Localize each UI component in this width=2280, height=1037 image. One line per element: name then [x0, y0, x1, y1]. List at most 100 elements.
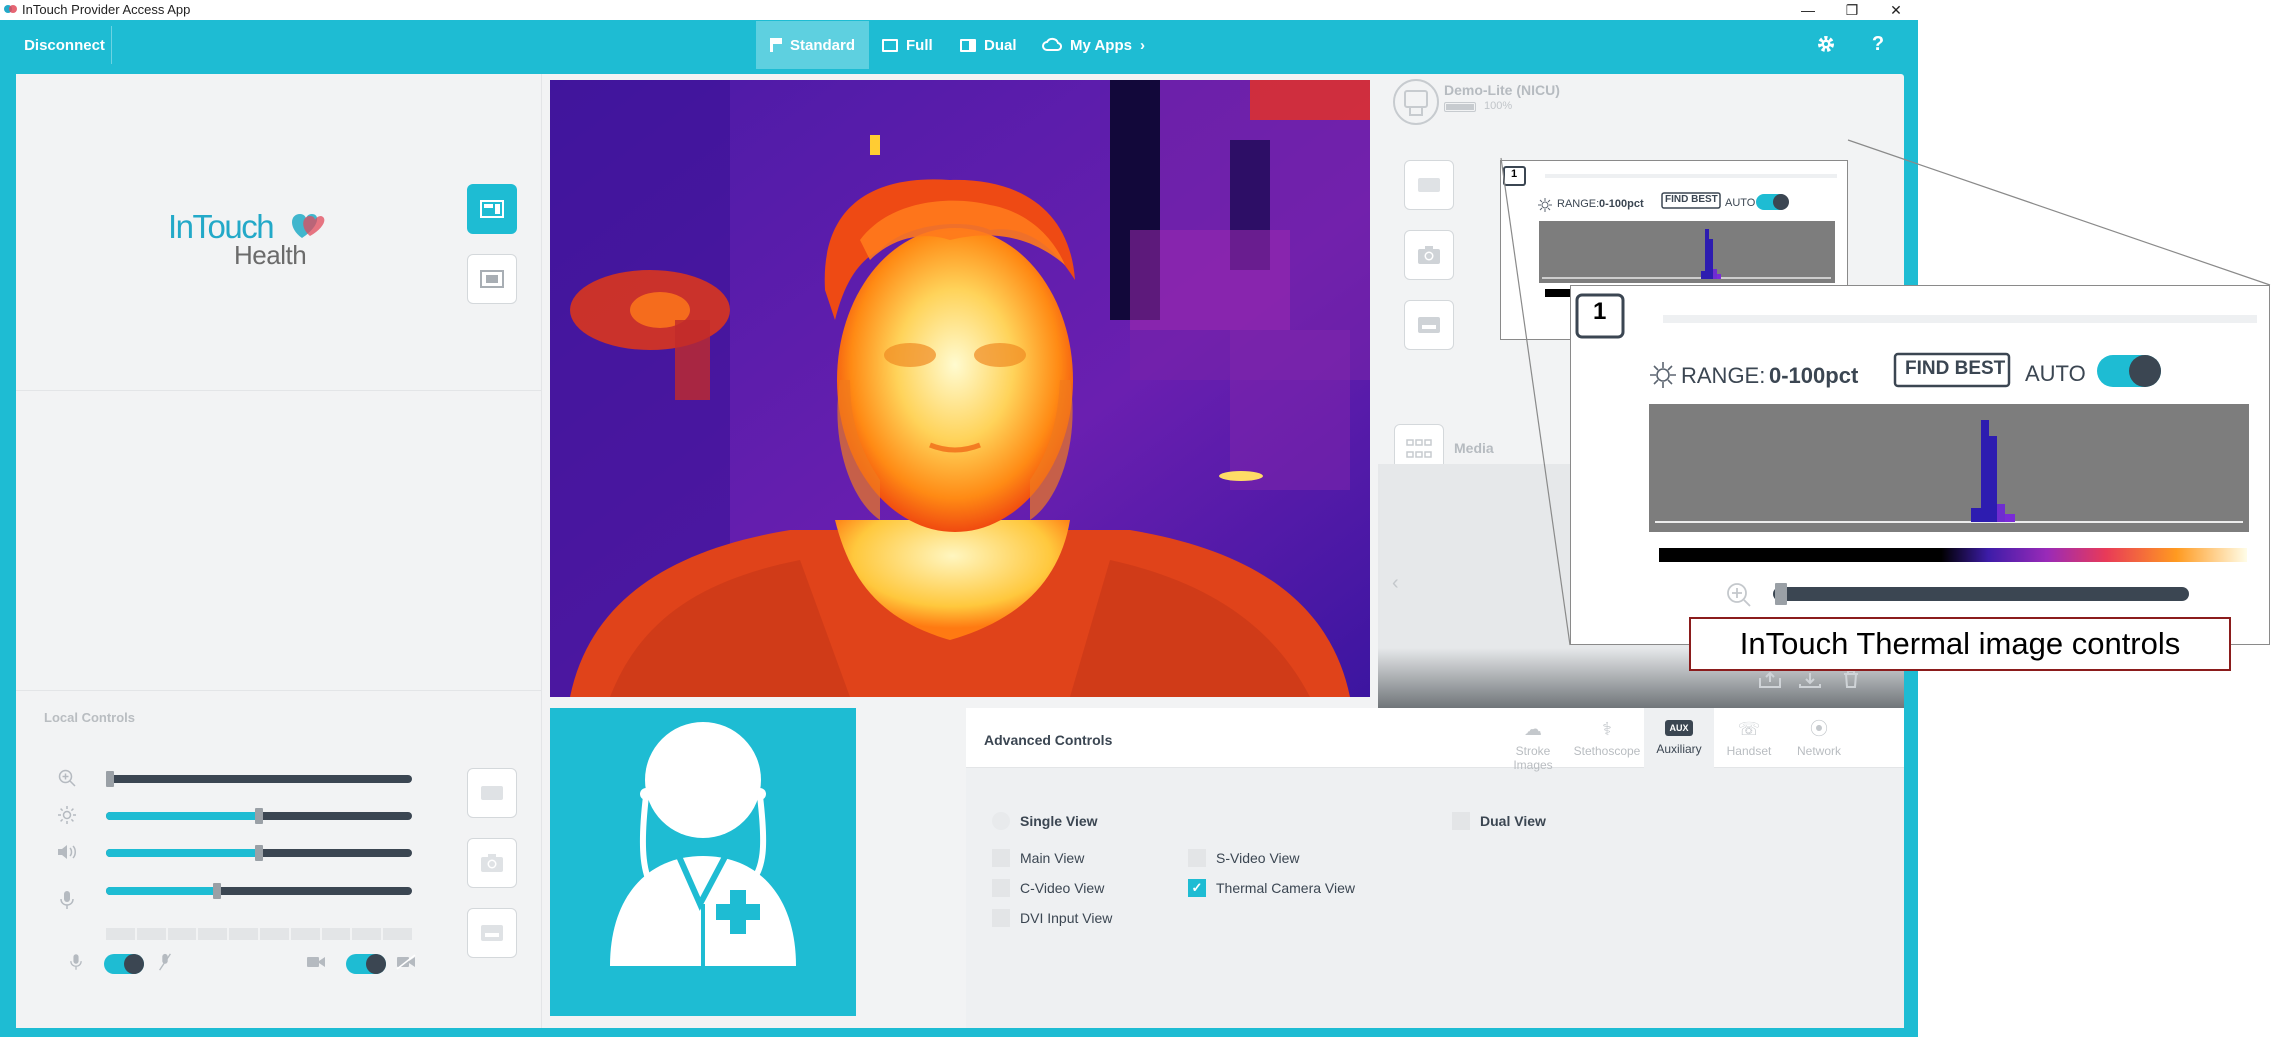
view-dual-label: Dual [984, 36, 1017, 54]
mic-gain-slider[interactable] [56, 880, 428, 909]
volume-slider-knob[interactable] [255, 845, 263, 861]
restore-button[interactable]: ❐ [1830, 0, 1874, 20]
robot-device-icon [1393, 79, 1439, 125]
mic-level-meter [106, 928, 412, 940]
dual-view-option[interactable]: Dual View [1452, 812, 1546, 830]
my-apps-button[interactable]: My Apps › [1028, 21, 1159, 69]
thermal-camera-view-option[interactable]: ✓ Thermal Camera View [1188, 879, 1355, 897]
local-snapshot-button[interactable] [467, 838, 517, 888]
single-view-option[interactable]: Single View [992, 812, 1098, 830]
tab-stroke-images[interactable]: ☁ Stroke Images [1496, 708, 1570, 772]
dual-view-checkbox[interactable] [1452, 812, 1470, 830]
c-video-view-checkbox[interactable] [992, 879, 1010, 897]
chevron-left-icon[interactable]: ‹ [1392, 572, 1399, 595]
zoom-in-icon[interactable] [1727, 583, 1751, 607]
close-button[interactable]: ✕ [1874, 0, 1918, 20]
cloud-icon: ☁ [1524, 719, 1542, 739]
tab-stethoscope[interactable]: ⚕ Stethoscope [1570, 708, 1644, 768]
brightness-slider-knob[interactable] [255, 808, 263, 824]
find-best-button-large[interactable]: FIND BEST [1905, 358, 2005, 380]
mic-gain-slider-fill [106, 887, 217, 895]
mic-toggle[interactable] [104, 954, 144, 974]
thermal-zoom-slider[interactable] [1773, 587, 2189, 601]
zoom-slider-knob[interactable] [106, 771, 114, 787]
picture-in-picture-icon [480, 270, 504, 288]
colorbar-large [1659, 548, 2247, 562]
speaker-icon [56, 842, 78, 862]
dvi-input-view-checkbox[interactable] [992, 909, 1010, 927]
minimize-button[interactable]: — [1786, 0, 1830, 20]
remote-zoom-button[interactable] [1404, 160, 1454, 210]
single-view-radio[interactable] [992, 812, 1010, 830]
camera-toggle[interactable] [346, 954, 386, 974]
layout-icon [480, 200, 504, 218]
main-view-checkbox[interactable] [992, 849, 1010, 867]
download-icon[interactable] [1798, 672, 1822, 688]
tab-stethoscope-label: Stethoscope [1573, 744, 1641, 758]
remote-snapshot-button[interactable] [1404, 230, 1454, 280]
main-view-option[interactable]: Main View [992, 849, 1084, 867]
tab-handset[interactable]: ☏ Handset [1714, 708, 1784, 768]
tab-network-label: Network [1796, 744, 1841, 758]
layout-standard-button[interactable] [467, 184, 517, 234]
mic-muted-icon [158, 953, 172, 975]
intouch-health-logo: InTouch Health [168, 204, 348, 274]
annotation-callout: InTouch Thermal image controls [1689, 617, 2231, 671]
self-view-pip[interactable] [550, 708, 856, 1016]
c-video-view-label: C-Video View [1020, 880, 1105, 896]
advanced-controls-title: Advanced Controls [984, 732, 1113, 748]
advanced-controls-panel: Advanced Controls ☁ Stroke Images ⚕ Stet… [966, 708, 1904, 1028]
tab-network[interactable]: ⦿ Network [1784, 708, 1854, 768]
layout-alt-button[interactable] [467, 254, 517, 304]
view-full-button[interactable]: Full [868, 21, 947, 69]
my-apps-label: My Apps [1070, 36, 1132, 54]
record-icon [1418, 317, 1440, 333]
find-best-button-small[interactable]: FIND BEST [1665, 194, 1718, 205]
brightness-slider[interactable] [56, 805, 428, 825]
brightness-icon [1538, 198, 1552, 212]
disconnect-button[interactable]: Disconnect [18, 26, 112, 64]
thermal-zoom-knob[interactable] [1775, 583, 1787, 605]
left-divider-2 [16, 690, 542, 691]
range-value-large: 0-100pct [1769, 363, 1859, 388]
view-standard-button[interactable]: Standard [756, 21, 870, 69]
remote-record-button[interactable] [1404, 300, 1454, 350]
zoom-box-icon [1418, 178, 1440, 192]
camera-icon [1418, 246, 1440, 264]
auto-label-small: AUTO [1725, 197, 1756, 209]
record-icon [481, 925, 503, 941]
thermal-video-feed[interactable] [550, 80, 1370, 697]
local-zoom-button[interactable] [467, 768, 517, 818]
s-video-view-option[interactable]: S-Video View [1188, 849, 1300, 867]
thermal-camera-view-checkbox[interactable]: ✓ [1188, 879, 1206, 897]
grid-icon [1406, 439, 1432, 458]
histogram [1539, 221, 1835, 283]
tab-handset-label: Handset [1726, 744, 1772, 758]
c-video-view-option[interactable]: C-Video View [992, 879, 1104, 897]
media-label: Media [1454, 440, 1494, 456]
dvi-input-view-option[interactable]: DVI Input View [992, 909, 1112, 927]
zoom-slider[interactable] [56, 768, 428, 788]
trash-icon[interactable] [1842, 670, 1860, 688]
thermal-top-bar [1545, 174, 1837, 178]
settings-button[interactable] [1810, 28, 1842, 60]
mic-on-icon [70, 953, 82, 975]
brightness-icon [56, 805, 78, 825]
chevron-right-icon: › [1139, 36, 1145, 54]
handset-icon: ☏ [1737, 719, 1761, 739]
view-full-label: Full [906, 36, 933, 54]
s-video-view-checkbox[interactable] [1188, 849, 1206, 867]
mic-gain-slider-knob[interactable] [213, 883, 222, 899]
brightness-slider-fill [106, 812, 259, 820]
advanced-controls-header: Advanced Controls ☁ Stroke Images ⚕ Stet… [966, 708, 1904, 772]
volume-slider[interactable] [56, 842, 428, 862]
view-dual-button[interactable]: Dual [946, 21, 1031, 69]
help-button[interactable]: ? [1862, 28, 1894, 60]
dual-view-label: Dual View [1480, 813, 1546, 829]
export-icon[interactable] [1758, 672, 1782, 688]
tab-auxiliary[interactable]: AUX Auxiliary [1644, 708, 1714, 768]
thermal-index-small: 1 [1511, 168, 1518, 180]
battery-percent: 100% [1484, 100, 1513, 112]
local-record-button[interactable] [467, 908, 517, 958]
dvi-input-view-label: DVI Input View [1020, 910, 1113, 926]
